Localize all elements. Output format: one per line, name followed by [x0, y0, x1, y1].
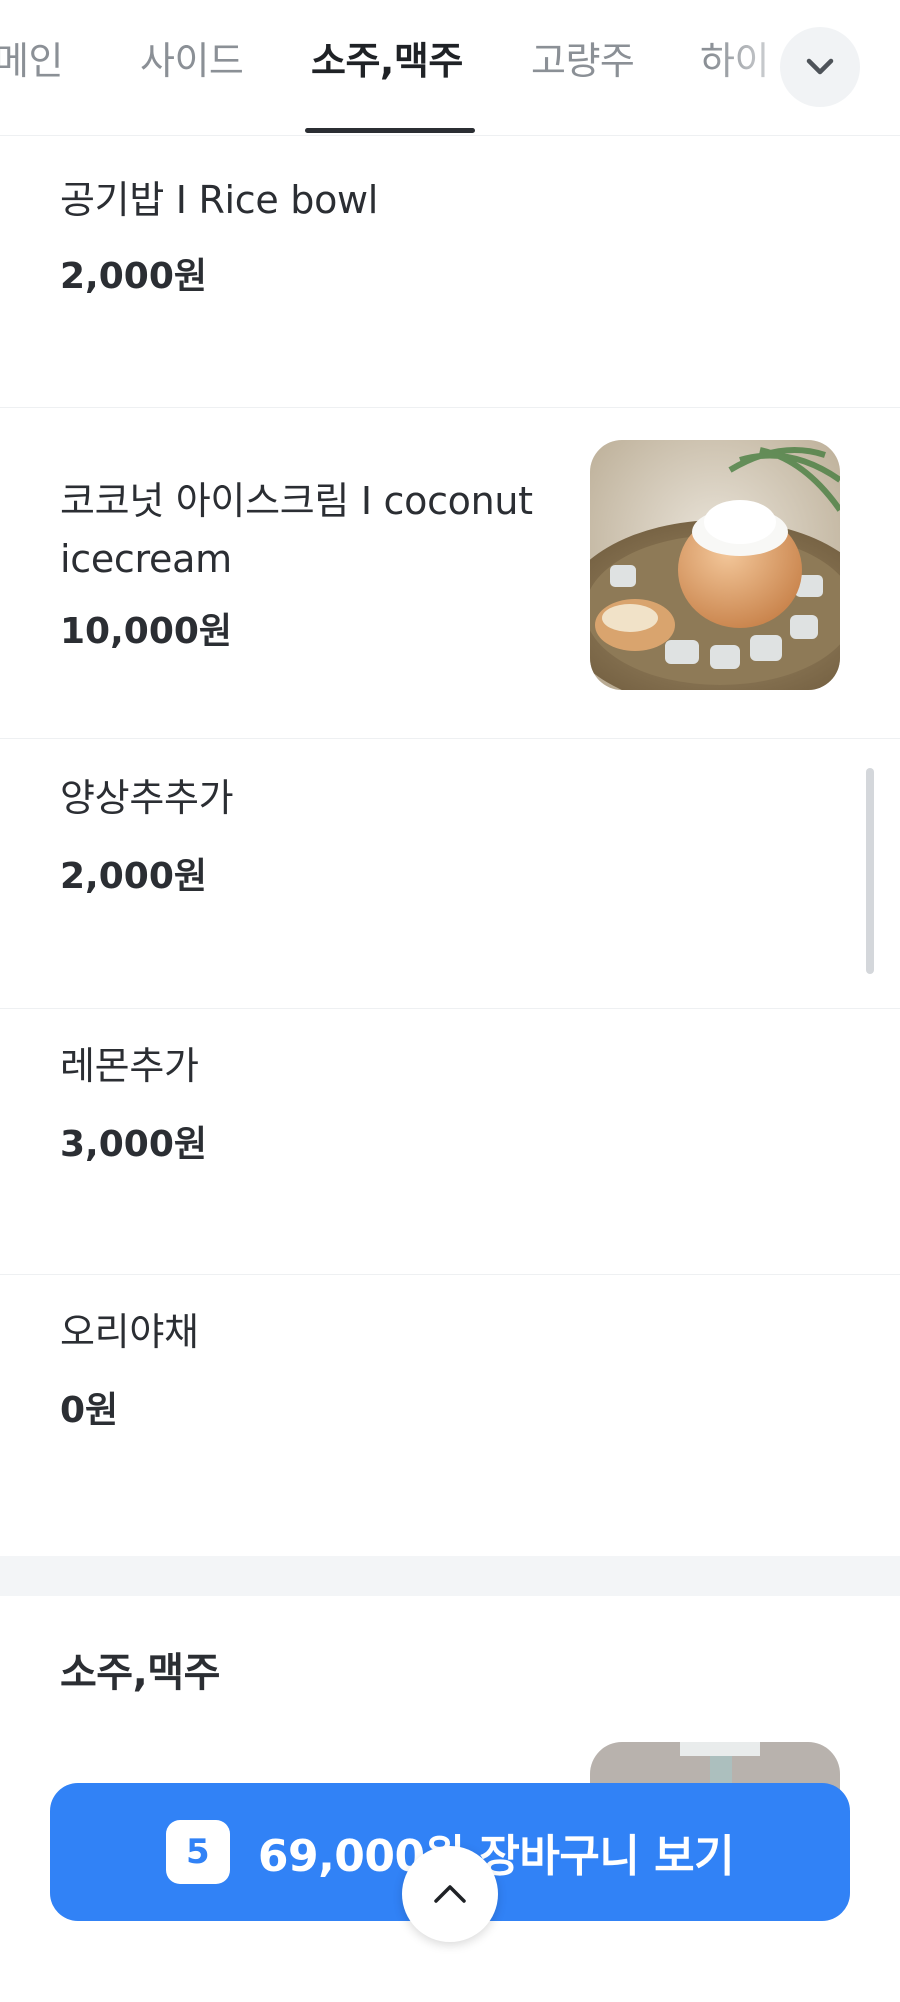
scrollbar[interactable] — [866, 768, 874, 974]
tab-soju-beer[interactable]: 소주,맥주 — [311, 30, 463, 90]
scroll-to-top-button[interactable] — [402, 1846, 498, 1942]
menu-item-name: 오리야채 — [60, 1310, 199, 1354]
menu-item-name: 코코넛 아이스크림 I coconut icecream — [60, 479, 533, 581]
chevron-down-icon — [806, 58, 834, 75]
cart-count-badge: 5 — [165, 1820, 230, 1884]
menu-item-duck-vegetables[interactable]: 오리야채 0원 — [0, 1275, 900, 1556]
tab-side[interactable]: 사이드 — [140, 30, 244, 90]
menu-item-price: 10,000원 — [60, 611, 233, 652]
menu-item-coconut-icecream[interactable]: 코코넛 아이스크림 I coconut icecream 10,000원 — [0, 408, 900, 739]
menu-item-extra-lettuce[interactable]: 양상추추가 2,000원 — [0, 739, 900, 1009]
chevron-up-icon — [434, 1885, 466, 1903]
section-divider — [0, 1556, 900, 1596]
tab-goryangju[interactable]: 고량주 — [531, 30, 635, 90]
menu-item-rice-bowl[interactable]: 공기밥 I Rice bowl 2,000원 — [0, 143, 900, 408]
active-tab-indicator — [305, 128, 475, 133]
menu-item-extra-lemon[interactable]: 레몬추가 3,000원 — [0, 1009, 900, 1275]
category-tab-bar: 메인 사이드 소주,맥주 고량주 하이 — [0, 0, 900, 136]
menu-item-price: 2,000원 — [60, 256, 207, 297]
section-title: 소주,맥주 — [60, 1650, 220, 1696]
coconut-icecream-image — [590, 440, 840, 690]
menu-item-name: 레몬추가 — [60, 1044, 199, 1088]
menu-item-price: 3,000원 — [60, 1124, 207, 1165]
expand-categories-button[interactable] — [780, 27, 860, 107]
tab-main[interactable]: 메인 — [0, 30, 63, 90]
menu-item-name: 양상추추가 — [60, 776, 234, 820]
menu-item-price: 0원 — [60, 1390, 119, 1431]
menu-item-name: 공기밥 I Rice bowl — [60, 178, 379, 222]
menu-item-price: 2,000원 — [60, 856, 207, 897]
menu-page: 메인 사이드 소주,맥주 고량주 하이 공기밥 I Rice bowl 2,00… — [0, 0, 900, 2002]
cart-button-label: 69,000원 장바구니 보기 — [257, 1831, 735, 1882]
